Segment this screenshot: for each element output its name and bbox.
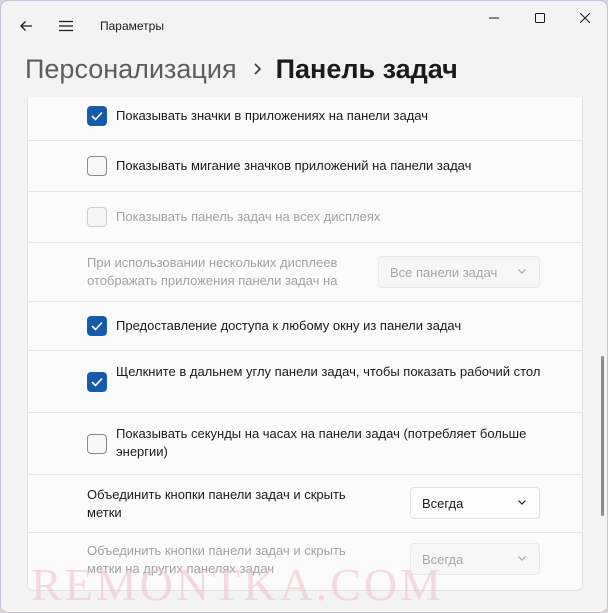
setting-row-combine-buttons: Объединить кнопки панели задач и скрыть …	[27, 475, 583, 533]
breadcrumb: Персонализация Панель задач	[25, 49, 458, 89]
dropdown-value: Всегда	[422, 495, 464, 511]
setting-row-show-seconds: Показывать секунды на часах на панели за…	[27, 413, 583, 475]
checkbox-share-window[interactable]	[87, 316, 107, 336]
checkbox-show-seconds[interactable]	[87, 434, 107, 454]
maximize-button[interactable]	[517, 1, 563, 35]
checkmark-icon	[91, 111, 103, 121]
checkbox-show-desktop[interactable]	[87, 372, 107, 392]
setting-row-multi-display: При использовании нескольких дисплеев от…	[27, 243, 583, 302]
setting-row-all-displays: Показывать панель задач на всех дисплеях	[27, 192, 583, 243]
vertical-scrollbar[interactable]	[601, 356, 604, 516]
setting-label: Показывать значки в приложениях на панел…	[116, 108, 428, 123]
setting-label: Показывать мигание значков приложений на…	[116, 158, 472, 173]
setting-label: Показывать секунды на часах на панели за…	[116, 426, 527, 459]
checkbox-all-displays[interactable]	[87, 207, 107, 227]
title-bar: Параметры	[1, 1, 607, 49]
setting-label: Щелкните в дальнем углу панели задач, чт…	[116, 364, 541, 379]
breadcrumb-parent[interactable]: Персонализация	[25, 54, 237, 85]
chevron-down-icon	[518, 500, 526, 505]
chevron-right-icon	[253, 62, 262, 76]
setting-row-show-badges: Показывать значки в приложениях на панел…	[27, 97, 583, 141]
back-arrow-icon[interactable]	[11, 11, 41, 41]
setting-label: Предоставление доступа к любому окну из …	[116, 318, 462, 333]
chevron-down-icon	[518, 269, 526, 274]
page-title: Панель задач	[275, 53, 458, 84]
setting-label: Объединить кнопки панели задач и скрыть …	[87, 487, 346, 520]
chevron-down-icon	[518, 556, 526, 561]
app-title: Параметры	[100, 19, 164, 33]
setting-row-share-window: Предоставление доступа к любому окну из …	[27, 302, 583, 351]
setting-row-combine-other: Объединить кнопки панели задач и скрыть …	[27, 533, 583, 591]
hamburger-menu-icon[interactable]	[51, 11, 81, 41]
dropdown-value: Все панели задач	[390, 264, 498, 280]
checkmark-icon	[91, 321, 103, 331]
settings-list: Показывать значки в приложениях на панел…	[27, 97, 583, 594]
settings-window: Параметры Персонализация Панель задач По…	[0, 0, 608, 613]
minimize-button[interactable]	[471, 1, 517, 35]
checkmark-icon	[91, 377, 103, 387]
multi-display-dropdown[interactable]: Все панели задач	[378, 256, 540, 288]
setting-row-flashing: Показывать мигание значков приложений на…	[27, 141, 583, 192]
setting-label: Объединить кнопки панели задач и скрыть …	[87, 543, 346, 576]
setting-label: Показывать панель задач на всех дисплеях	[116, 209, 381, 224]
checkbox-show-badges[interactable]	[87, 106, 107, 126]
combine-other-dropdown[interactable]: Всегда	[410, 543, 540, 575]
dropdown-value: Всегда	[422, 551, 464, 567]
close-button[interactable]	[562, 1, 607, 35]
checkbox-flashing[interactable]	[87, 156, 107, 176]
setting-row-show-desktop: Щелкните в дальнем углу панели задач, чт…	[27, 351, 583, 413]
setting-label: При использовании нескольких дисплеев от…	[87, 255, 338, 288]
combine-buttons-dropdown[interactable]: Всегда	[410, 487, 540, 519]
